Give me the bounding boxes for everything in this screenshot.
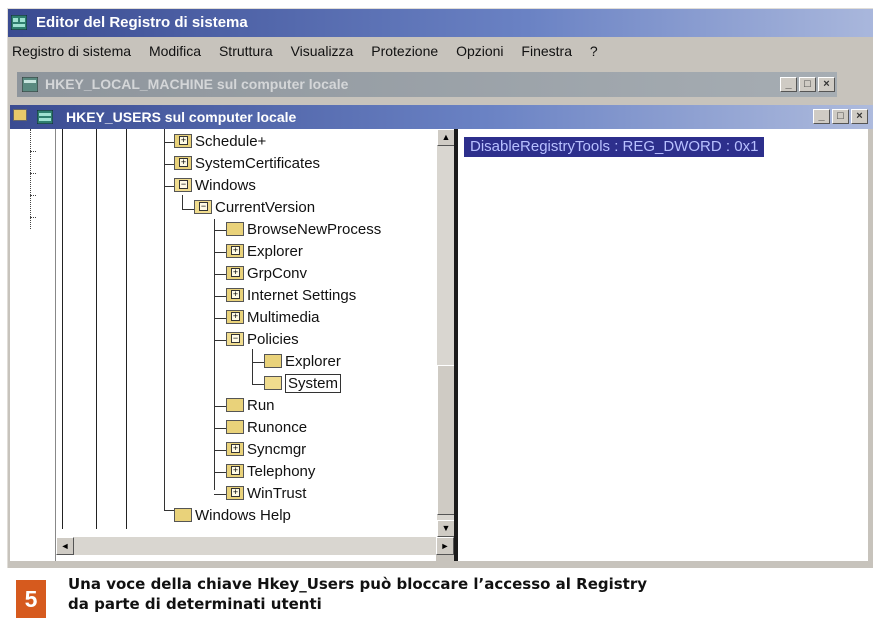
folder-open-icon[interactable]: − <box>174 178 192 192</box>
tree-item-syncmgr[interactable]: + Syncmgr <box>226 439 306 461</box>
caption-text: Una voce della chiave Hkey_Users può blo… <box>68 574 647 614</box>
menu-help[interactable]: ? <box>583 39 605 63</box>
menu-finestra[interactable]: Finestra <box>514 39 579 63</box>
value-list-pane[interactable]: DisableRegistryTools : REG_DWORD : 0x1 <box>458 129 868 561</box>
tree-item-runonce[interactable]: Runonce <box>226 417 307 439</box>
folder-plus-icon[interactable]: + <box>226 310 244 324</box>
figure-caption: 5 Una voce della chiave Hkey_Users può b… <box>16 574 776 618</box>
menu-visualizza[interactable]: Visualizza <box>284 39 361 63</box>
caption-line-1: Una voce della chiave Hkey_Users può blo… <box>68 575 648 593</box>
hku-window-titlebar[interactable]: HKEY_USERS sul computer locale _ □ × <box>10 105 873 129</box>
folder-icon <box>226 420 244 434</box>
folder-icon <box>226 222 244 236</box>
folder-plus-icon[interactable]: + <box>226 266 244 280</box>
folder-plus-icon[interactable]: + <box>226 288 244 302</box>
hku-window-title: HKEY_USERS sul computer locale <box>66 109 297 125</box>
key-tree-pane[interactable]: + Schedule+ + SystemCertificates − Windows … <box>56 129 436 561</box>
minimize-button[interactable]: _ <box>813 109 830 124</box>
tree-item-grpconv[interactable]: + GrpConv <box>226 263 307 285</box>
scroll-right-arrow-icon[interactable]: ► <box>436 537 454 555</box>
menu-modifica[interactable]: Modifica <box>142 39 208 63</box>
tree-item-multimedia[interactable]: + Multimedia <box>226 307 320 329</box>
folder-plus-icon[interactable]: + <box>226 486 244 500</box>
tree-item-policies[interactable]: − Policies <box>226 329 299 351</box>
folder-plus-icon[interactable]: + <box>226 244 244 258</box>
regedit-app-icon <box>11 15 27 30</box>
close-button[interactable]: × <box>818 77 835 92</box>
scroll-thumb[interactable] <box>437 365 455 515</box>
tree-item-windows[interactable]: − Windows <box>174 175 256 197</box>
folder-plus-icon[interactable]: + <box>174 156 192 170</box>
folder-plus-icon[interactable]: + <box>174 134 192 148</box>
menu-bar: Registro di sistema Modifica Struttura V… <box>8 39 873 63</box>
folder-icon <box>264 354 282 368</box>
folder-open-icon[interactable]: − <box>226 332 244 346</box>
tree-item-system[interactable]: System <box>264 373 342 395</box>
folder-open-icon <box>264 376 282 390</box>
tree-item-currentversion[interactable]: − CurrentVersion <box>194 197 315 219</box>
menu-struttura[interactable]: Struttura <box>212 39 280 63</box>
tree-item-windows-help[interactable]: Windows Help <box>174 505 291 527</box>
window-title: Editor del Registro di sistema <box>36 14 248 31</box>
title-bar[interactable]: Editor del Registro di sistema <box>8 9 873 37</box>
folder-open-icon[interactable]: − <box>194 200 212 214</box>
scroll-left-arrow-icon[interactable]: ◄ <box>56 537 74 555</box>
tree-item-schedule[interactable]: + Schedule+ <box>174 131 266 153</box>
registry-editor-window: Editor del Registro di sistema Registro … <box>7 8 873 568</box>
maximize-button[interactable]: □ <box>832 109 849 124</box>
registry-window-icon <box>22 77 38 92</box>
menu-opzioni[interactable]: Opzioni <box>449 39 510 63</box>
tree-item-run[interactable]: Run <box>226 395 275 417</box>
figure-number-badge: 5 <box>16 580 46 618</box>
tree-item-telephony[interactable]: + Telephony <box>226 461 315 483</box>
hklm-window-title: HKEY_LOCAL_MACHINE sul computer locale <box>45 76 349 92</box>
registry-window-icon <box>37 110 53 124</box>
maximize-button[interactable]: □ <box>799 77 816 92</box>
folder-plus-icon[interactable]: + <box>226 464 244 478</box>
tree-item-browsenewprocess[interactable]: BrowseNewProcess <box>226 219 381 241</box>
tree-horizontal-scrollbar[interactable]: ◄ ► <box>56 537 454 555</box>
folder-icon <box>13 109 27 121</box>
tree-item-internet-settings[interactable]: + Internet Settings <box>226 285 356 307</box>
folder-plus-icon[interactable]: + <box>226 442 244 456</box>
menu-protezione[interactable]: Protezione <box>364 39 445 63</box>
value-row-disableregistrytools[interactable]: DisableRegistryTools : REG_DWORD : 0x1 <box>464 137 765 157</box>
scroll-down-arrow-icon[interactable]: ▼ <box>437 520 455 537</box>
minimize-button[interactable]: _ <box>780 77 797 92</box>
hklm-window-titlebar[interactable]: HKEY_LOCAL_MACHINE sul computer locale _… <box>17 72 837 97</box>
scroll-up-arrow-icon[interactable]: ▲ <box>437 129 455 146</box>
tree-item-wintrust[interactable]: + WinTrust <box>226 483 306 505</box>
menu-registro[interactable]: Registro di sistema <box>8 39 138 63</box>
hku-window: HKEY_USERS sul computer locale _ □ × + S… <box>10 105 873 563</box>
tree-item-explorer[interactable]: + Explorer <box>226 241 303 263</box>
tree-item-policies-explorer[interactable]: Explorer <box>264 351 341 373</box>
close-button[interactable]: × <box>851 109 868 124</box>
folder-icon <box>226 398 244 412</box>
folder-icon <box>174 508 192 522</box>
tree-item-systemcertificates[interactable]: + SystemCertificates <box>174 153 320 175</box>
tree-vertical-scrollbar[interactable]: ▲ ▼ <box>436 129 455 537</box>
caption-line-2: da parte di determinati utenti <box>68 595 322 613</box>
background-tree-strip <box>10 129 56 561</box>
